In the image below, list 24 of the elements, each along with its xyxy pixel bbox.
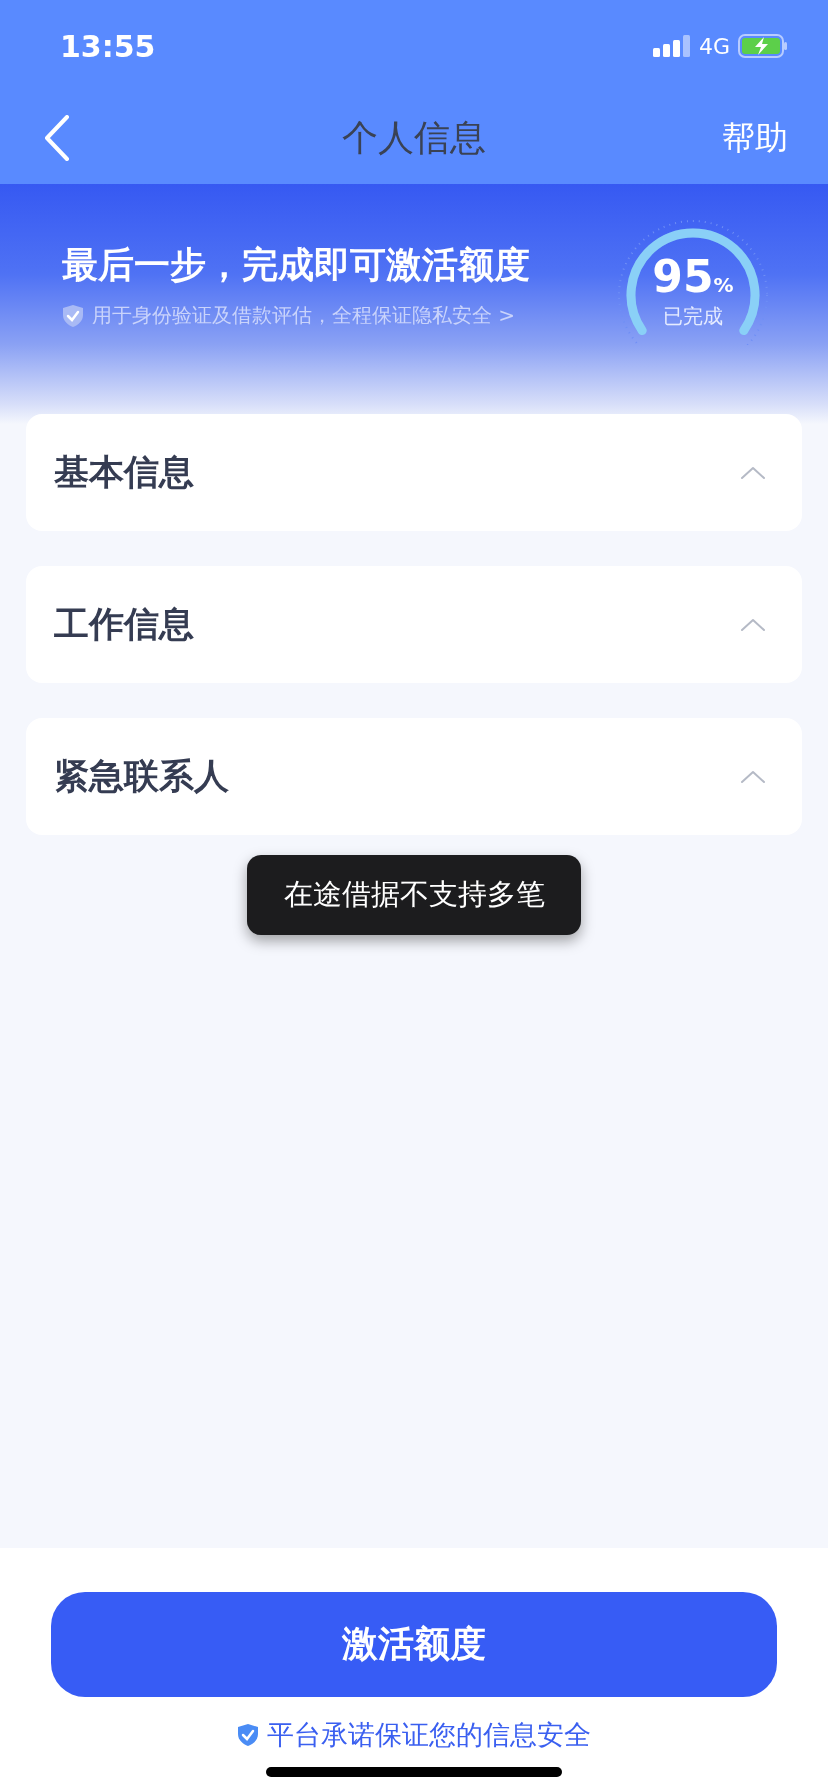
chevron-up-icon xyxy=(740,617,766,632)
status-time: 13:55 xyxy=(60,28,156,64)
page-title: 个人信息 xyxy=(342,115,486,160)
security-note: 平台承诺保证您的信息安全 xyxy=(267,1718,591,1752)
shield-check-icon xyxy=(237,1723,259,1747)
activate-button[interactable]: 激活额度 xyxy=(51,1592,777,1697)
section-title: 工作信息 xyxy=(54,603,194,646)
percent-sign: % xyxy=(713,273,734,297)
chevron-up-icon xyxy=(740,465,766,480)
chevron-up-icon xyxy=(740,769,766,784)
section-card[interactable]: 紧急联系人 xyxy=(26,718,802,835)
headline: 最后一步，完成即可激活额度 xyxy=(62,243,530,287)
section-card[interactable]: 工作信息 xyxy=(26,566,802,683)
section-title: 基本信息 xyxy=(54,451,194,494)
progress-caption: 已完成 xyxy=(663,303,723,330)
section-title: 紧急联系人 xyxy=(54,755,229,798)
battery-icon xyxy=(738,34,788,58)
signal-icon xyxy=(652,35,691,57)
section-card[interactable]: 基本信息 xyxy=(26,414,802,531)
network-label: 4G xyxy=(698,33,730,59)
progress-value: 95 xyxy=(652,255,714,299)
shield-check-icon xyxy=(62,303,84,328)
back-icon[interactable] xyxy=(44,115,70,161)
toast-message: 在途借据不支持多笔 xyxy=(247,855,581,935)
